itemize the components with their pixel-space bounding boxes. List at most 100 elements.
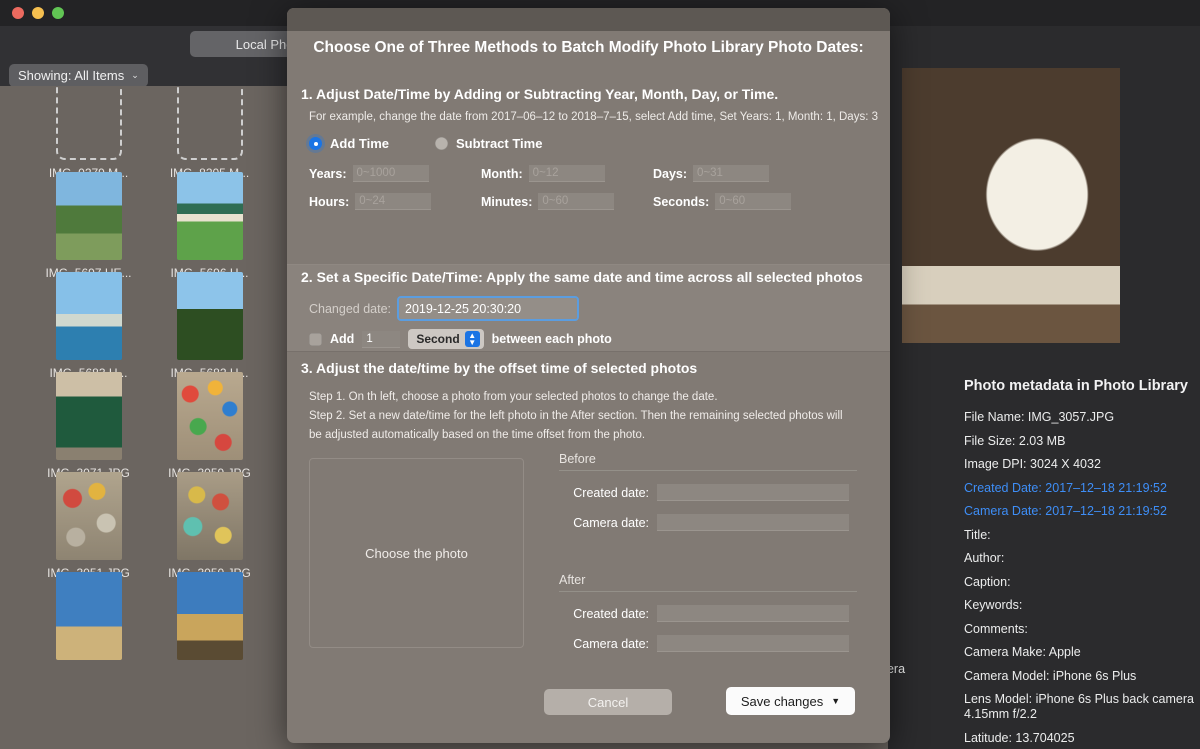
caret-down-icon: ▼ xyxy=(831,696,841,706)
photo-grid-item[interactable]: IMG_3059.JPG xyxy=(149,372,270,486)
photo-thumbnail[interactable] xyxy=(55,372,122,460)
add-subtract-radio-group: Add Time Subtract Time xyxy=(309,136,890,151)
photo-thumbnail[interactable] xyxy=(176,172,243,260)
photo-grid-item[interactable]: IMG_5697.HE... xyxy=(28,172,149,286)
before-created-date-label: Created date: xyxy=(573,485,649,500)
subtract-time-radio-option[interactable]: Subtract Time xyxy=(435,136,542,151)
years-input[interactable] xyxy=(352,165,429,182)
dialog-titlebar[interactable] xyxy=(287,8,890,31)
right-panel: Photo metadata in Photo Library File Nam… xyxy=(888,26,1200,749)
method-1-example: For example, change the date from 2017–0… xyxy=(309,111,878,123)
subtract-time-radio-label: Subtract Time xyxy=(456,136,543,151)
add-interval-amount-input[interactable] xyxy=(362,330,401,348)
before-created-date-input[interactable] xyxy=(657,484,849,501)
showing-filter-label: Showing: All Items xyxy=(18,68,125,83)
photo-grid-item[interactable]: IMG_8205.M... xyxy=(149,86,270,186)
month-input[interactable] xyxy=(528,165,605,182)
after-created-date-label: Created date: xyxy=(573,606,649,621)
month-label: Month: xyxy=(481,166,523,181)
metadata-row: Author: xyxy=(964,551,1005,565)
metadata-row: Latitude: 13.704025 xyxy=(964,730,1075,745)
method-3-step-2-line-2: be adjusted automatically based on the t… xyxy=(309,429,646,441)
offset-row-time: Hours: Minutes: Seconds: xyxy=(309,193,890,210)
add-time-radio-label: Add Time xyxy=(330,136,389,151)
photo-placeholder-thumbnail[interactable] xyxy=(176,86,243,160)
minutes-input[interactable] xyxy=(538,193,615,210)
traffic-lights xyxy=(12,7,64,19)
before-camera-date-input[interactable] xyxy=(657,514,849,531)
seconds-input[interactable] xyxy=(715,193,792,210)
days-field-group: Days: xyxy=(653,165,770,182)
photo-grid-item[interactable] xyxy=(149,572,270,686)
add-interval-checkbox[interactable] xyxy=(309,332,322,346)
seconds-field-group: Seconds: xyxy=(653,193,792,210)
photo-grid-item[interactable]: IMG_3071.JPG xyxy=(28,372,149,486)
photo-grid-item[interactable]: IMG_3051.JPG xyxy=(28,472,149,586)
interval-unit-select[interactable]: Second ▲ ▼ xyxy=(408,329,484,349)
photo-thumbnail[interactable] xyxy=(55,572,122,660)
photo-grid-item[interactable]: IMG_5696.H... xyxy=(149,172,270,286)
after-created-date-input[interactable] xyxy=(657,605,849,622)
days-input[interactable] xyxy=(693,165,770,182)
photo-thumbnail[interactable] xyxy=(176,572,243,660)
close-window-icon[interactable] xyxy=(12,7,24,19)
before-after-columns: Before Created date: Camera date: After … xyxy=(559,452,871,652)
interval-unit-label: Second xyxy=(416,332,460,346)
photo-grid-item[interactable]: IMG_5683.H... xyxy=(28,272,149,386)
dialog-footer: Cancel Save changes ▼ xyxy=(287,687,890,719)
photo-grid-item[interactable]: IMG_3050.JPG xyxy=(149,472,270,586)
choose-photo-dropzone[interactable]: Choose the photo xyxy=(309,458,524,648)
minutes-label: Minutes: xyxy=(481,194,533,209)
days-label: Days: xyxy=(653,166,688,181)
photo-grid-item[interactable] xyxy=(28,572,149,686)
add-time-radio-icon[interactable] xyxy=(309,137,322,150)
photo-thumbnail[interactable] xyxy=(55,472,122,560)
method-2-section: 2. Set a Specific Date/Time: Apply the s… xyxy=(287,264,890,352)
photo-grid-item[interactable]: IMG_0279.M... xyxy=(28,86,149,186)
add-interval-label: Add xyxy=(330,332,355,346)
changed-date-input[interactable] xyxy=(397,296,580,321)
metadata-row: Caption: xyxy=(964,574,1011,589)
photo-thumbnail[interactable] xyxy=(176,472,243,560)
method-3-step-1: Step 1. On th left, choose a photo from … xyxy=(309,391,718,403)
subtract-time-radio-icon[interactable] xyxy=(435,137,448,150)
maximize-window-icon[interactable] xyxy=(52,7,64,19)
photo-thumbnail[interactable] xyxy=(55,272,122,360)
photo-thumbnail[interactable] xyxy=(176,372,243,460)
photo-grid-item[interactable]: IMG_5682.H... xyxy=(149,272,270,386)
photo-thumbnail[interactable] xyxy=(176,272,243,360)
metadata-row: Created Date: 2017–12–18 21:19:52 xyxy=(964,480,1167,495)
save-changes-label: Save changes xyxy=(740,693,824,709)
method-3-title: 3. Adjust the date/time by the offset ti… xyxy=(301,360,698,376)
metadata-row: Title: xyxy=(964,527,991,542)
metadata-list: File Name: IMG_3057.JPG File Size: 2.03 M… xyxy=(964,410,1200,749)
stepper-arrows-icon[interactable]: ▲ ▼ xyxy=(464,331,480,347)
metadata-row: Comments: xyxy=(964,621,1028,636)
save-changes-button[interactable]: Save changes ▼ xyxy=(726,687,855,715)
chevron-down-icon: ⌄ xyxy=(131,70,139,80)
hours-label: Hours: xyxy=(309,194,350,209)
hours-input[interactable] xyxy=(355,193,432,210)
metadata-row: Lens Model: iPhone 6s Plus back camera 4… xyxy=(964,692,1194,721)
metadata-row: Image DPI: 3024 X 4032 xyxy=(964,457,1101,471)
dialog-heading: Choose One of Three Methods to Batch Mod… xyxy=(313,39,864,56)
before-created-date-row: Created date: xyxy=(559,484,871,501)
metadata-row: Camera Model: iPhone 6s Plus xyxy=(964,668,1137,683)
before-camera-date-label: Camera date: xyxy=(573,515,649,530)
add-time-radio-option[interactable]: Add Time xyxy=(309,136,389,151)
method-3-step-2-line-1: Step 2. Set a new date/time for the left… xyxy=(309,410,843,422)
after-camera-date-input[interactable] xyxy=(657,635,849,652)
photo-thumbnail[interactable] xyxy=(55,172,122,260)
showing-filter-dropdown[interactable]: Showing: All Items ⌄ xyxy=(9,64,148,87)
method-2-title: 2. Set a Specific Date/Time: Apply the s… xyxy=(301,269,863,285)
app-window: Local Photo it Exif data Merge Photo Lib… xyxy=(0,0,1200,749)
photo-placeholder-thumbnail[interactable] xyxy=(55,86,122,160)
metadata-row: Camera Date: 2017–12–18 21:19:52 xyxy=(964,504,1167,518)
minimize-window-icon[interactable] xyxy=(32,7,44,19)
minutes-field-group: Minutes: xyxy=(481,193,653,210)
add-interval-row: Add Second ▲▼ between each photo xyxy=(309,329,890,349)
cancel-button[interactable]: Cancel xyxy=(544,689,672,715)
before-after-area: Choose the photo Before Created date: Ca… xyxy=(287,452,890,652)
after-section-header: After xyxy=(559,573,857,592)
method-1-title: 1. Adjust Date/Time by Adding or Subtrac… xyxy=(301,86,779,102)
